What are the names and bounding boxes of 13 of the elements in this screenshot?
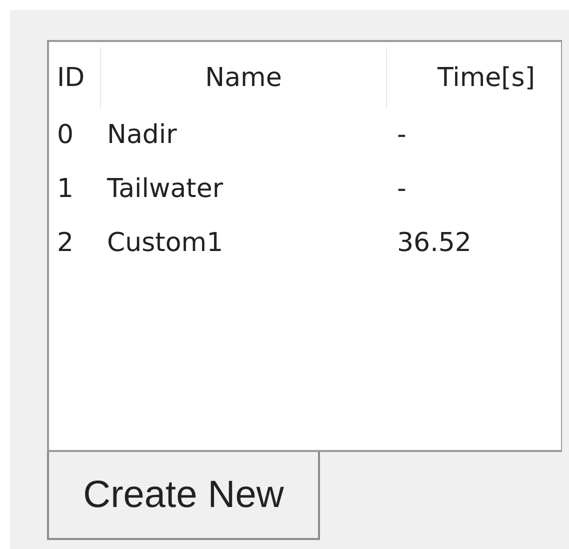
column-header[interactable]: Name	[101, 48, 387, 108]
create-new-button[interactable]: Create New	[47, 452, 320, 540]
table-cell-text: -	[396, 174, 408, 204]
column-header[interactable]: ID	[49, 48, 101, 108]
table-cell-text: 0	[56, 120, 75, 150]
table-cell-text: 1	[56, 174, 75, 204]
table-cell-text: Custom1	[106, 228, 224, 258]
table-cell-text: 2	[56, 228, 75, 258]
table-cell-text: -	[396, 120, 408, 150]
table-cell-text: Tailwater	[106, 174, 224, 204]
table-cell-text: Nadir	[106, 120, 178, 150]
table-cell-text: 36.52	[396, 228, 472, 258]
column-header[interactable]: Time[s]	[387, 48, 561, 108]
